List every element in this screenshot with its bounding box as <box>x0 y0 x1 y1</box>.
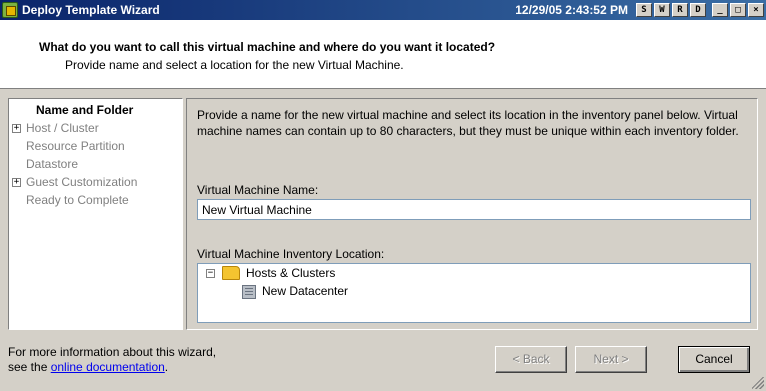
step-host-cluster[interactable]: Host / Cluster <box>26 119 99 137</box>
footer-help-text: For more information about this wizard, … <box>8 345 216 375</box>
footer-help-line2: see the online documentation. <box>8 360 216 375</box>
folder-icon <box>222 266 240 280</box>
toolbar-w-button[interactable]: W <box>654 3 670 17</box>
expand-icon[interactable]: + <box>12 178 21 187</box>
collapse-icon[interactable]: − <box>206 269 215 278</box>
step-name-and-folder[interactable]: Name and Folder <box>36 101 133 119</box>
expand-icon[interactable]: + <box>12 124 21 133</box>
toolbar-s-button[interactable]: S <box>636 3 652 17</box>
resize-grip-icon[interactable] <box>752 377 764 389</box>
online-documentation-link[interactable]: online documentation <box>51 360 165 374</box>
wizard-content-panel: Provide a name for the new virtual machi… <box>186 98 758 330</box>
inventory-location-label: Virtual Machine Inventory Location: <box>197 247 385 261</box>
footer-help-line1: For more information about this wizard, <box>8 345 217 359</box>
toolbar-r-button[interactable]: R <box>672 3 688 17</box>
page-subtitle: Provide name and select a location for t… <box>65 58 404 72</box>
step-resource-partition[interactable]: Resource Partition <box>26 137 125 155</box>
window-clock: 12/29/05 2:43:52 PM <box>515 3 628 17</box>
footer-period: . <box>164 360 169 374</box>
wizard-steps-panel: Name and Folder + Host / Cluster Resourc… <box>8 98 183 330</box>
toolbar-d-button[interactable]: D <box>690 3 706 17</box>
minimize-button[interactable]: _ <box>712 3 728 17</box>
step-guest-customization[interactable]: Guest Customization <box>26 173 137 191</box>
instructions-text: Provide a name for the new virtual machi… <box>197 108 739 138</box>
tree-item-hosts-clusters[interactable]: Hosts & Clusters <box>246 264 335 282</box>
page-title: What do you want to call this virtual ma… <box>39 40 496 54</box>
cancel-button[interactable]: Cancel <box>678 346 750 373</box>
next-button[interactable]: Next > <box>575 346 647 373</box>
datacenter-icon <box>242 285 256 299</box>
vm-name-input[interactable] <box>197 199 751 220</box>
step-datastore[interactable]: Datastore <box>26 155 78 173</box>
title-bar: Deploy Template Wizard 12/29/05 2:43:52 … <box>0 0 766 20</box>
wizard-header: What do you want to call this virtual ma… <box>0 20 766 89</box>
inventory-tree[interactable]: − Hosts & Clusters New Datacenter <box>197 263 751 323</box>
window-title: Deploy Template Wizard <box>22 3 160 17</box>
back-button[interactable]: < Back <box>495 346 567 373</box>
tree-item-new-datacenter[interactable]: New Datacenter <box>262 282 348 300</box>
step-ready-to-complete[interactable]: Ready to Complete <box>26 191 129 209</box>
maximize-button[interactable]: □ <box>730 3 746 17</box>
footer-see-text: see the <box>8 360 51 374</box>
close-button[interactable]: × <box>748 3 764 17</box>
wizard-app-icon <box>2 2 18 18</box>
vm-name-label: Virtual Machine Name: <box>197 183 319 197</box>
